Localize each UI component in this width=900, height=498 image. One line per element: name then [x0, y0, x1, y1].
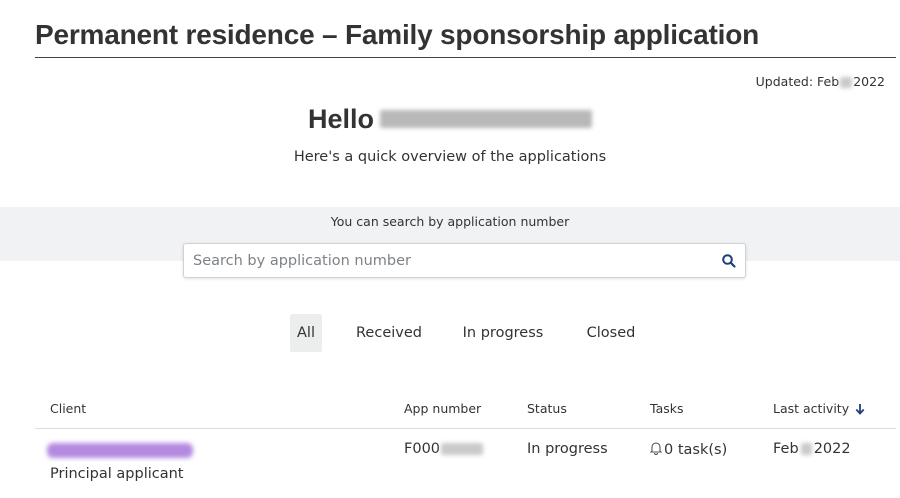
redacted-app-number [441, 443, 484, 455]
app-number-prefix: F000 [404, 441, 441, 457]
updated-year: 2022 [853, 74, 885, 89]
tab-in-progress[interactable]: In progress [460, 314, 546, 352]
client-role: Principal applicant [50, 466, 184, 482]
tasks-count: 0 task(s) [664, 442, 728, 458]
column-header-app-number[interactable]: App number [404, 401, 481, 416]
tab-label: Received [356, 325, 422, 341]
tab-label: Closed [586, 325, 636, 341]
search-hint: You can search by application number [330, 214, 570, 229]
last-activity-month: Feb [773, 441, 799, 457]
redacted-day [840, 77, 853, 88]
column-header-status[interactable]: Status [527, 401, 567, 416]
redacted-user-name [380, 109, 592, 128]
tab-all[interactable]: All [290, 314, 322, 352]
tab-received[interactable]: Received [354, 314, 424, 352]
status-cell: In progress [527, 441, 608, 457]
search-box [183, 243, 746, 278]
title-divider [35, 57, 896, 58]
tab-label: All [297, 325, 315, 341]
updated-date: Updated: Feb 2022 [756, 74, 885, 89]
table-header-divider [35, 428, 896, 429]
search-input[interactable] [184, 244, 704, 277]
tab-closed[interactable]: Closed [584, 314, 638, 352]
column-header-tasks[interactable]: Tasks [650, 401, 684, 416]
updated-prefix: Updated: Feb [755, 74, 840, 89]
redacted-client-email[interactable] [47, 443, 193, 458]
app-number: F000 [404, 441, 484, 457]
tasks-cell: 0 task(s) [649, 441, 728, 458]
greeting-heading: Hello [0, 104, 900, 135]
greeting-hello: Hello [307, 104, 374, 134]
greeting-subtitle: Here's a quick overview of the applicati… [293, 149, 607, 165]
last-activity-cell: Feb 2022 [773, 441, 851, 457]
column-header-last-activity[interactable]: Last activity [773, 401, 865, 416]
last-activity-year: 2022 [813, 441, 851, 457]
bell-icon [649, 442, 663, 455]
search-icon[interactable] [721, 253, 737, 269]
arrow-down-icon [855, 404, 865, 415]
column-header-label: Last activity [773, 401, 850, 416]
tab-label: In progress [462, 325, 544, 341]
column-header-client[interactable]: Client [50, 401, 86, 416]
redacted-day [800, 443, 812, 455]
page-title: Permanent residence – Family sponsorship… [35, 19, 760, 50]
